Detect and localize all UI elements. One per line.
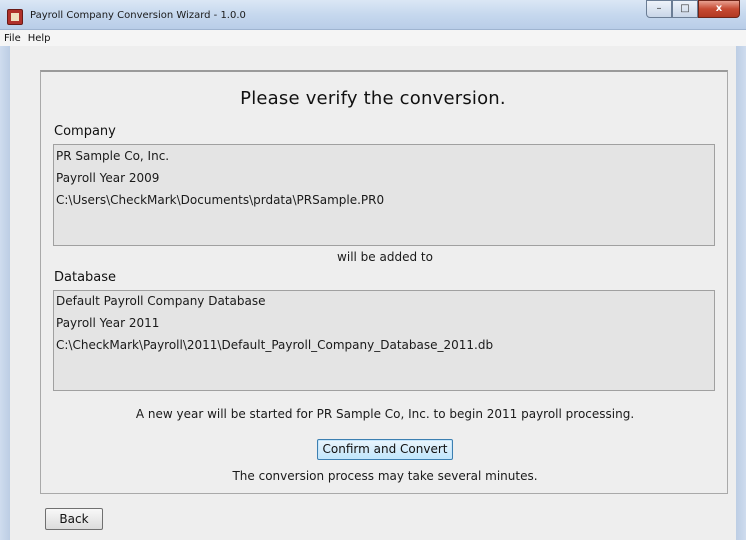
maximize-button[interactable]: □ [672,0,698,18]
window-frame-left [0,46,10,540]
app-icon [7,9,23,25]
back-button[interactable]: Back [45,508,103,530]
duration-note: The conversion process may take several … [232,469,538,483]
wizard-panel [40,70,728,494]
database-label: Database [54,270,117,285]
close-button[interactable]: x [698,0,740,18]
database-file-path: C:\CheckMark\Payroll\2011\Default_Payrol… [56,338,494,352]
minimize-button[interactable]: – [646,0,672,18]
menu-help[interactable]: Help [24,33,54,44]
new-year-message: A new year will be started for PR Sample… [135,407,635,421]
window-title: Payroll Company Conversion Wizard - 1.0.… [30,10,246,21]
title-bar: Payroll Company Conversion Wizard - 1.0.… [0,0,746,30]
company-info-box: PR Sample Co, Inc. Payroll Year 2009 C:\… [53,144,715,246]
company-label: Company [54,124,116,139]
database-name: Default Payroll Company Database [56,294,266,308]
database-payroll-year: Payroll Year 2011 [56,316,160,330]
menu-bar: File Help [0,30,746,46]
database-info-box: Default Payroll Company Database Payroll… [53,290,715,391]
page-title: Please verify the conversion. [240,88,506,109]
confirm-convert-button[interactable]: Confirm and Convert [317,439,453,460]
company-name: PR Sample Co, Inc. [56,149,170,163]
menu-file[interactable]: File [0,33,24,44]
window-frame-right [736,46,746,540]
window-controls: – □ x [646,0,740,18]
connector-text: will be added to [337,250,433,264]
company-file-path: C:\Users\CheckMark\Documents\prdata\PRSa… [56,193,385,207]
company-payroll-year: Payroll Year 2009 [56,171,160,185]
